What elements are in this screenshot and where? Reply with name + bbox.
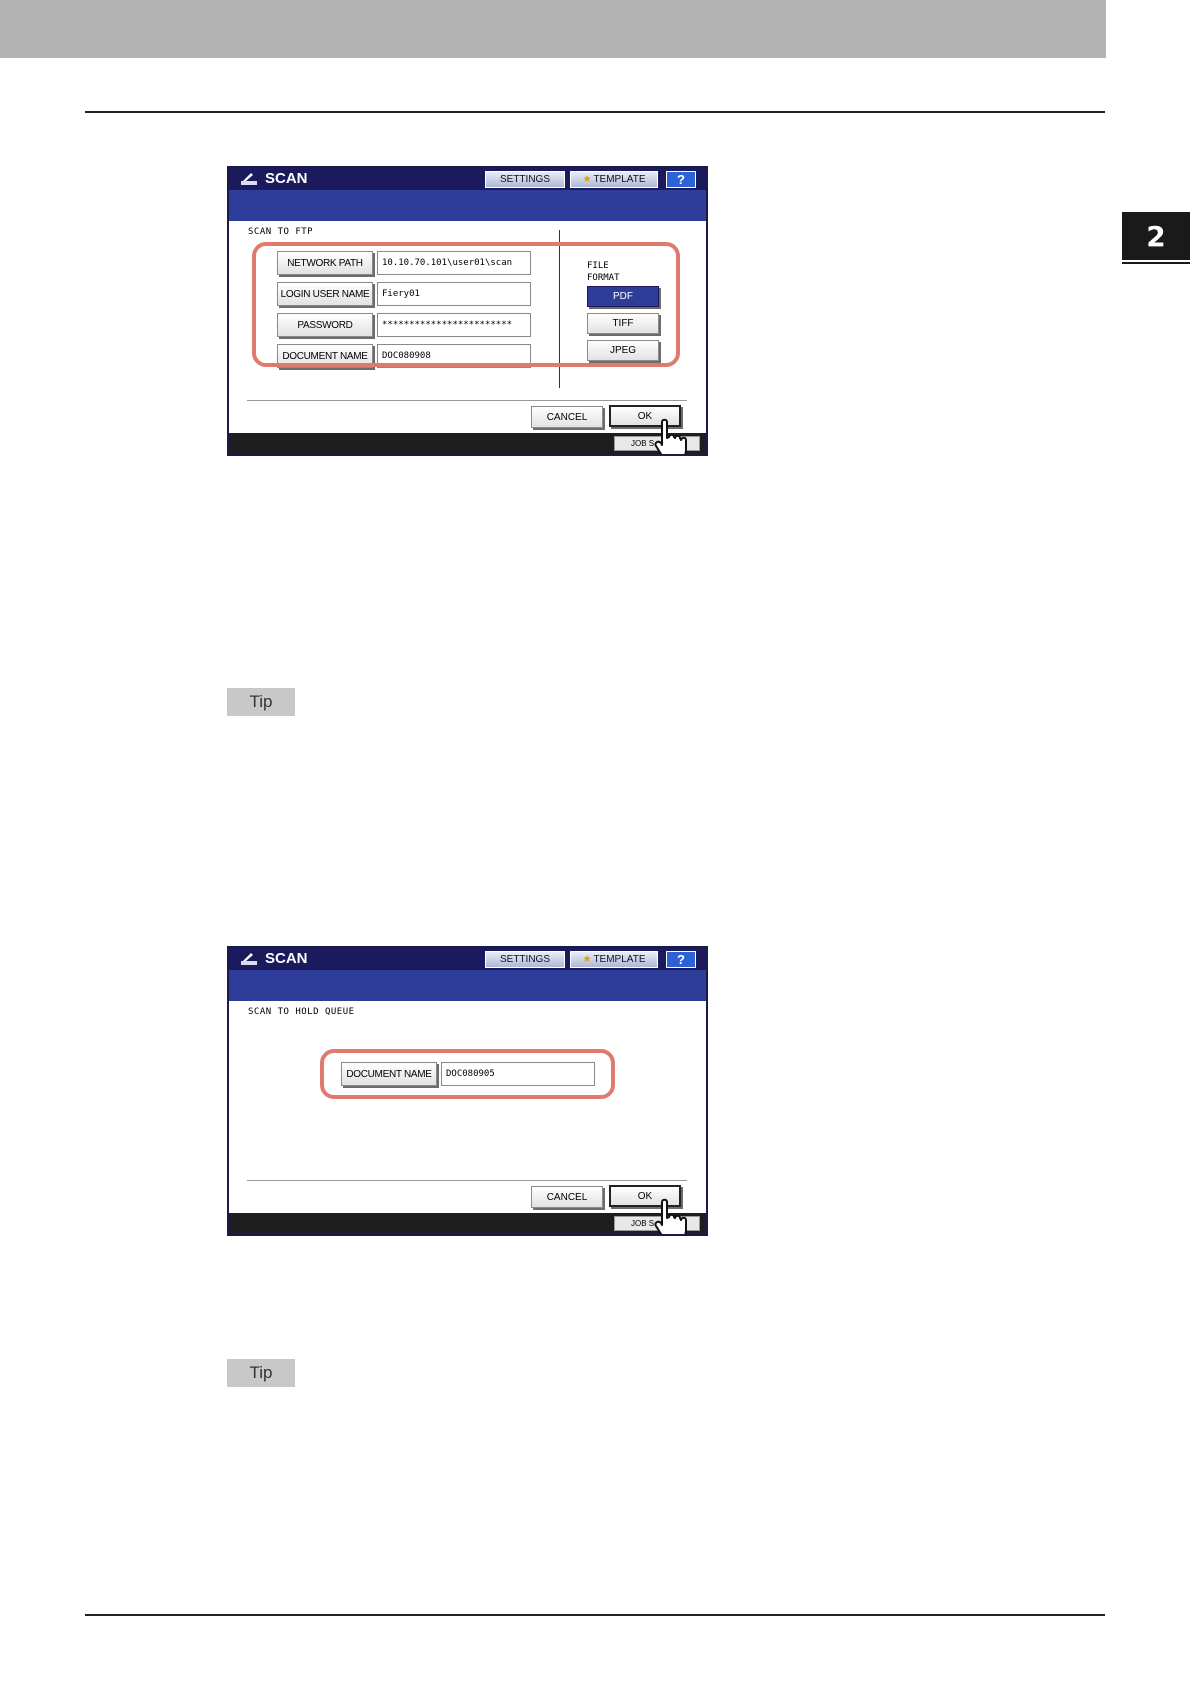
settings-button[interactable]: SETTINGS xyxy=(485,951,565,968)
screen-subtitle: SCAN TO HOLD QUEUE xyxy=(248,1007,355,1017)
chapter-tab-underline xyxy=(1122,262,1190,264)
chapter-tab: 2 xyxy=(1122,212,1190,260)
template-button[interactable]: ★ TEMPLATE xyxy=(570,951,658,968)
cancel-button[interactable]: CANCEL xyxy=(531,1186,603,1208)
star-icon: ★ xyxy=(582,954,592,965)
tip-label: Tip xyxy=(227,688,295,716)
screen-message-band xyxy=(229,190,706,221)
pointing-hand-icon xyxy=(654,1198,687,1234)
fields-highlight xyxy=(252,242,680,367)
scanner-icon xyxy=(241,173,257,185)
screen-title: SCAN xyxy=(265,950,308,967)
footer-rule xyxy=(85,1614,1105,1616)
header-rule xyxy=(85,111,1105,113)
header-band xyxy=(0,0,1106,58)
screen-title: SCAN xyxy=(265,170,308,187)
star-icon: ★ xyxy=(582,174,592,185)
template-button-label: TEMPLATE xyxy=(593,174,646,185)
help-button[interactable]: ? xyxy=(666,171,696,188)
template-button[interactable]: ★ TEMPLATE xyxy=(570,171,658,188)
scan-to-ftp-screen: SCAN SETTINGS ★ TEMPLATE ? SCAN TO FTP N… xyxy=(227,166,708,456)
cancel-button[interactable]: CANCEL xyxy=(531,406,603,428)
action-divider xyxy=(247,1180,687,1181)
settings-button[interactable]: SETTINGS xyxy=(485,171,565,188)
screen-message-band xyxy=(229,970,706,1001)
scan-to-hold-queue-screen: SCAN SETTINGS ★ TEMPLATE ? SCAN TO HOLD … xyxy=(227,946,708,1236)
help-button[interactable]: ? xyxy=(666,951,696,968)
field-highlight xyxy=(320,1049,615,1099)
pointing-hand-icon xyxy=(654,418,687,454)
scanner-icon xyxy=(241,953,257,965)
screen-subtitle: SCAN TO FTP xyxy=(248,227,314,237)
template-button-label: TEMPLATE xyxy=(593,954,646,965)
tip-label: Tip xyxy=(227,1359,295,1387)
action-divider xyxy=(247,400,687,401)
